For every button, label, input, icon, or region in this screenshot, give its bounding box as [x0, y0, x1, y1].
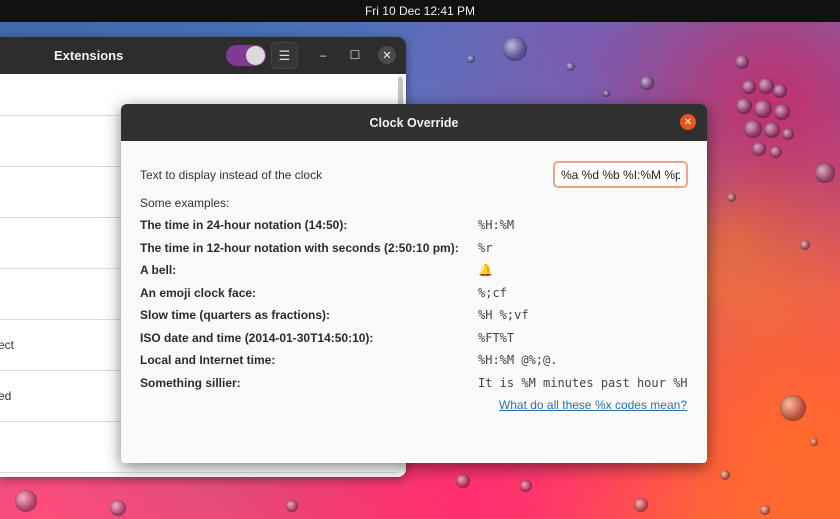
example-code: %H %;vf: [478, 308, 529, 322]
extensions-header: Extensions ☰ – ☐ ✕: [0, 37, 406, 74]
minimize-icon: –: [319, 48, 327, 62]
extensions-close-button[interactable]: ✕: [378, 46, 396, 64]
example-label: The time in 12-hour notation with second…: [140, 241, 459, 255]
bell-icon: 🔔: [478, 263, 493, 277]
example-label: ISO date and time (2014-01-30T14:50:10):: [140, 331, 374, 345]
example-label: Something sillier:: [140, 376, 241, 390]
maximize-icon: ☐: [349, 48, 361, 62]
dialog-close-button[interactable]: ✕: [680, 114, 696, 130]
clock-override-dialog: Clock Override ✕ Text to display instead…: [121, 104, 707, 463]
example-code: %H:%M: [478, 218, 515, 232]
field-label: Text to display instead of the clock: [140, 168, 323, 182]
top-bar-clock[interactable]: Fri 10 Dec 12:41 PM: [365, 4, 475, 18]
minimize-button[interactable]: –: [315, 47, 331, 63]
top-bar: Fri 10 Dec 12:41 PM: [0, 0, 840, 22]
examples-heading: Some examples:: [140, 196, 230, 210]
example-label: Local and Internet time:: [140, 353, 276, 367]
example-label: The time in 24-hour notation (14:50):: [140, 218, 348, 232]
example-label: Slow time (quarters as fractions):: [140, 308, 331, 322]
example-label: A bell:: [140, 263, 177, 277]
example-label: An emoji clock face:: [140, 286, 257, 300]
clock-format-input[interactable]: [553, 161, 688, 188]
close-icon: ✕: [382, 49, 392, 62]
help-link[interactable]: What do all these %x codes mean?: [499, 398, 687, 412]
example-code: %FT%T: [478, 331, 515, 345]
menu-icon: ☰: [278, 47, 291, 63]
example-code: %H:%M @%;@.: [478, 353, 558, 367]
example-code: It is %M minutes past hour %H: [478, 376, 688, 390]
example-code: %r: [478, 241, 493, 255]
dialog-title: Clock Override: [369, 115, 459, 130]
maximize-button[interactable]: ☐: [347, 47, 363, 63]
dialog-header: Clock Override ✕: [121, 104, 707, 141]
example-code: %;cf: [478, 286, 507, 300]
close-icon: ✕: [683, 116, 693, 128]
extensions-title: Extensions: [54, 48, 124, 63]
extensions-enable-toggle[interactable]: [226, 45, 266, 66]
hamburger-menu-button[interactable]: ☰: [271, 42, 298, 69]
